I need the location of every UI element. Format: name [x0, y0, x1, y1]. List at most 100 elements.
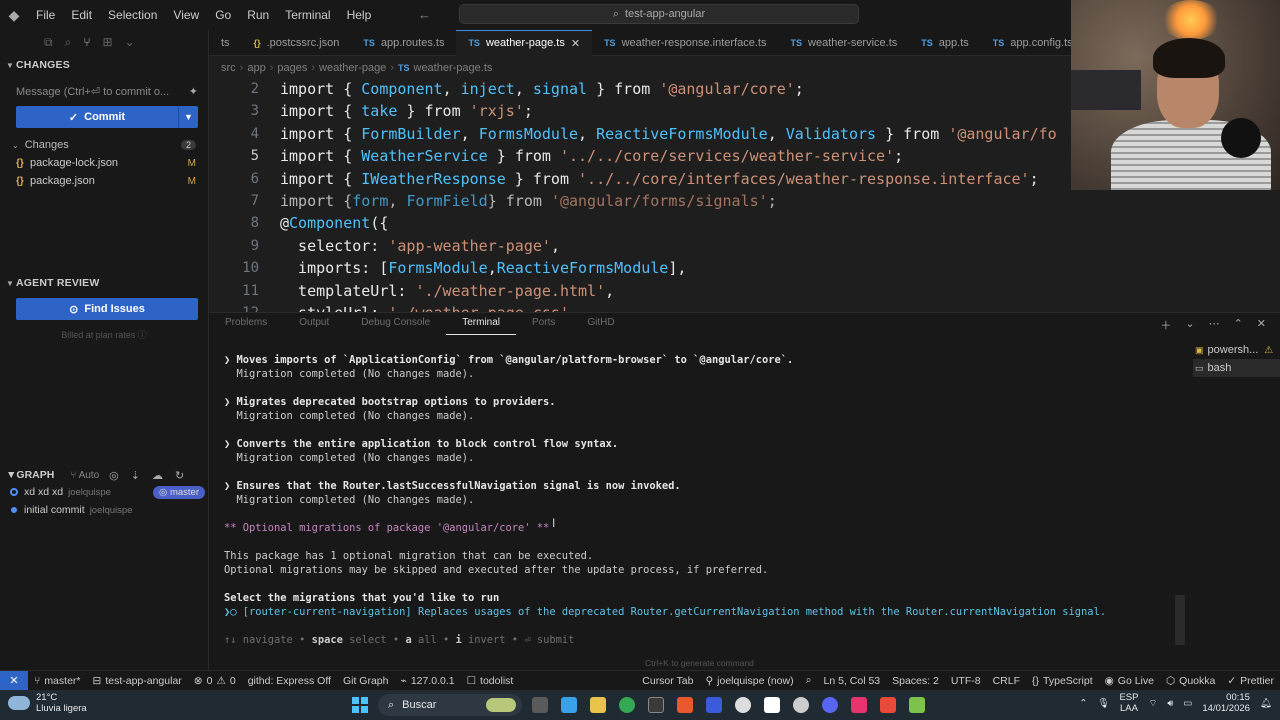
- tab-terminal[interactable]: Terminal: [446, 317, 517, 335]
- code-editor[interactable]: 2 import { Component, inject, signal } fr…: [209, 78, 1071, 312]
- remote-icon[interactable]: ✕: [0, 670, 28, 691]
- commit-message-input[interactable]: Message (Ctrl+⏎ to commit o... ✦: [16, 80, 198, 102]
- chatgpt-icon[interactable]: [735, 697, 751, 713]
- breadcrumb-item[interactable]: weather-page: [319, 62, 386, 74]
- back-arrow-icon[interactable]: ←: [418, 7, 431, 22]
- help-icon[interactable]: ⓘ: [138, 330, 147, 340]
- language-indicator[interactable]: ESP LAA: [1119, 692, 1138, 714]
- clock[interactable]: 00:15 14/01/2026: [1202, 692, 1250, 714]
- position-status[interactable]: Ln 5, Col 53: [818, 675, 887, 687]
- agent-review-section-header[interactable]: ▼ AGENT REVIEW: [0, 272, 208, 294]
- refresh-icon[interactable]: ↻: [175, 469, 184, 482]
- editor-tab[interactable]: TS weather-response.interface.ts: [592, 30, 778, 56]
- chevron-down-icon[interactable]: ⌄: [125, 35, 135, 49]
- branch-status[interactable]: ⑂ master*: [28, 675, 87, 687]
- tab-output[interactable]: Output: [283, 317, 345, 335]
- menu-terminal[interactable]: Terminal: [277, 8, 338, 22]
- code-line[interactable]: 2 import { Component, inject, signal } fr…: [209, 78, 804, 100]
- task-view-icon[interactable]: [532, 697, 548, 713]
- search-icon[interactable]: ⌕: [65, 35, 72, 50]
- copilot-icon[interactable]: [561, 697, 577, 713]
- menu-view[interactable]: View: [165, 8, 207, 22]
- code-line[interactable]: 4 import { FormBuilder, FormsModule, Reac…: [209, 123, 1057, 145]
- prettier-status[interactable]: ✓ Prettier: [1221, 675, 1280, 687]
- changed-file-item[interactable]: {} package.json M: [0, 172, 208, 190]
- indent-status[interactable]: Spaces: 2: [886, 675, 945, 687]
- encoding-status[interactable]: UTF-8: [945, 675, 987, 687]
- editor-tab-active[interactable]: TS weather-page.ts ✕: [456, 29, 593, 56]
- copy-icon[interactable]: ⧉: [44, 35, 53, 50]
- tab-ports[interactable]: Ports: [516, 317, 571, 335]
- source-control-icon[interactable]: ⑂: [83, 35, 90, 49]
- changes-section-header[interactable]: ▼ CHANGES: [0, 54, 208, 76]
- tab-debug-console[interactable]: Debug Console: [345, 317, 446, 335]
- chevron-up-icon[interactable]: ⌃: [1079, 698, 1087, 709]
- commit-dropdown-button[interactable]: ▼: [178, 106, 198, 128]
- editor-tab[interactable]: TS app.config.ts: [981, 30, 1085, 56]
- cloud-upload-icon[interactable]: ☁: [152, 469, 163, 482]
- zoom-status[interactable]: ⌕: [800, 674, 818, 687]
- code-line[interactable]: 9 selector: 'app-weather-page',: [209, 235, 560, 257]
- code-line[interactable]: 11 templateUrl: './weather-page.html',: [209, 280, 614, 302]
- close-icon[interactable]: ✕: [1257, 317, 1266, 333]
- target-icon[interactable]: ◎: [109, 469, 119, 482]
- editor-tab[interactable]: TS app.routes.ts: [351, 30, 456, 56]
- terminal-item[interactable]: ▣ powersh... ⚠: [1193, 341, 1280, 359]
- changed-file-item[interactable]: {} package-lock.json M: [0, 154, 208, 172]
- editor-tab[interactable]: TS app.ts: [909, 30, 980, 56]
- notion-icon[interactable]: [764, 697, 780, 713]
- language-status[interactable]: {} TypeScript: [1026, 675, 1099, 687]
- find-issues-button[interactable]: ⊙ Find Issues: [16, 298, 198, 320]
- code-line[interactable]: 12 styleUrl: './weather-page.css': [209, 302, 569, 312]
- windows-start-icon[interactable]: [352, 697, 368, 713]
- menu-help[interactable]: Help: [339, 8, 380, 22]
- host-status[interactable]: ⌁ 127.0.0.1: [395, 675, 461, 687]
- user-status[interactable]: ⚲ joelquispe (now): [699, 675, 799, 687]
- terminal-item-active[interactable]: ▭ bash: [1193, 359, 1280, 377]
- quokka-status[interactable]: ⬡ Quokka: [1160, 675, 1221, 687]
- menu-file[interactable]: File: [28, 8, 63, 22]
- more-icon[interactable]: ⋯: [1209, 317, 1220, 333]
- maximize-icon[interactable]: ⌃: [1234, 317, 1243, 333]
- git-graph-status[interactable]: Git Graph: [337, 675, 395, 687]
- code-line[interactable]: 10 imports: [FormsModule,ReactiveFormsMo…: [209, 257, 686, 279]
- extension-icon[interactable]: [706, 697, 722, 713]
- breadcrumb-item[interactable]: src: [221, 62, 236, 74]
- close-icon[interactable]: ✕: [571, 37, 580, 50]
- volume-icon[interactable]: 🔊︎: [1167, 698, 1173, 709]
- notification-icon[interactable]: 🔔︎: [1260, 698, 1272, 709]
- todolist-status[interactable]: ☐ todolist: [461, 675, 520, 687]
- tab-problems[interactable]: Problems: [209, 317, 283, 335]
- menu-edit[interactable]: Edit: [63, 8, 100, 22]
- cursor-tab-status[interactable]: Cursor Tab: [636, 675, 699, 687]
- editor-tab[interactable]: ts: [209, 30, 242, 56]
- editor-tab[interactable]: {} .postcssrc.json: [242, 30, 352, 56]
- code-line[interactable]: 8 @Component({: [209, 212, 389, 234]
- tab-githd[interactable]: GitHD: [571, 317, 630, 335]
- weather-widget[interactable]: 21°C Lluvia ligera: [8, 692, 87, 714]
- chrome-icon[interactable]: [619, 697, 635, 713]
- githd-status[interactable]: githd: Express Off: [242, 675, 337, 687]
- editor-tab[interactable]: TS weather-service.ts: [779, 30, 910, 56]
- fetch-icon[interactable]: ⇣: [131, 469, 140, 482]
- tiktok-icon[interactable]: [851, 697, 867, 713]
- cursor-editor-icon[interactable]: [648, 697, 664, 713]
- menu-selection[interactable]: Selection: [100, 8, 165, 22]
- graph-auto-toggle[interactable]: ⑂ Auto: [70, 470, 99, 481]
- problems-status[interactable]: ⊗ 0 ⚠ 0: [188, 675, 242, 687]
- changes-group-header[interactable]: ⌄ Changes 2: [0, 136, 208, 154]
- discord-icon[interactable]: [822, 697, 838, 713]
- github-icon[interactable]: [793, 697, 809, 713]
- app-icon[interactable]: [909, 697, 925, 713]
- menu-go[interactable]: Go: [207, 8, 239, 22]
- menu-run[interactable]: Run: [239, 8, 277, 22]
- code-line[interactable]: 7 import {form, FormField} from '@angular…: [209, 190, 777, 212]
- extensions-icon[interactable]: ⊞: [103, 35, 113, 49]
- breadcrumb-item[interactable]: weather-page.ts: [414, 62, 493, 74]
- brave-icon[interactable]: [677, 697, 693, 713]
- graph-commit-item[interactable]: xd xd xd joelquispe ◎ master: [10, 483, 205, 501]
- breadcrumb-item[interactable]: pages: [277, 62, 307, 74]
- migration-choice[interactable]: ❯◯ [router-current-navigation] Replaces …: [224, 605, 1106, 619]
- taskbar-search[interactable]: ⌕ Buscar: [378, 694, 522, 716]
- new-terminal-icon[interactable]: ＋: [1160, 317, 1171, 333]
